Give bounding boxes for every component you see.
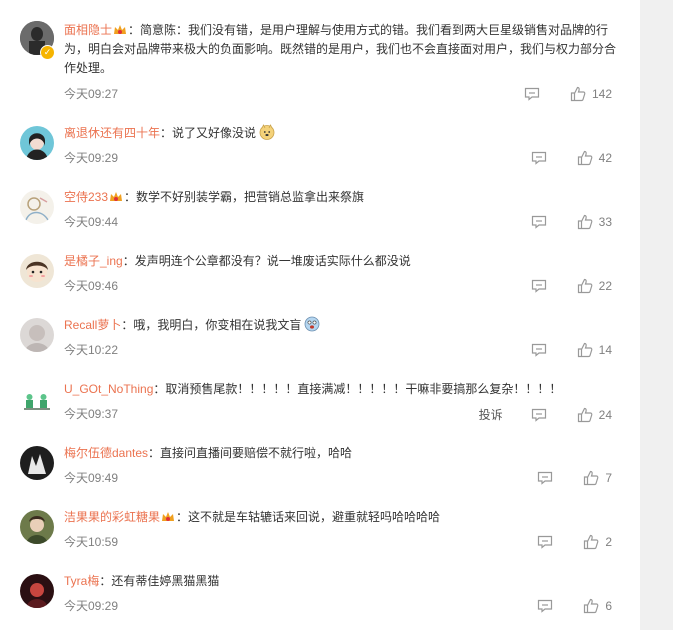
- like-button[interactable]: 6: [583, 598, 612, 614]
- reply-icon[interactable]: [537, 535, 553, 549]
- username-link[interactable]: 空侍233: [64, 190, 108, 204]
- comment-text-block: 面相隐士 ：简意陈：我们没有错，是用户理解与使用方式的错。我们看到两大巨星级销售对…: [64, 21, 616, 78]
- like-button[interactable]: 142: [570, 86, 612, 102]
- username-link[interactable]: U_GOt_NoThing: [64, 382, 153, 396]
- avatar[interactable]: [20, 126, 54, 160]
- comment-time: 今天09:49: [64, 471, 119, 485]
- comment-text-block: 洁果果的彩虹糖果 ：这不就是车轱辘话来回说，避重就轻吗哈哈哈哈: [64, 508, 616, 527]
- comment-text-block: 梅尔伍德dantes：直接问直播间要赔偿不就行啦，哈哈: [64, 444, 616, 463]
- username-link[interactable]: 梅尔伍德dantes: [64, 446, 148, 460]
- comment-text: ：这不就是车轱辘话来回说，避重就轻吗哈哈哈哈: [176, 510, 441, 524]
- thumbs-up-icon: [570, 86, 586, 102]
- comment-text-block: 是橘子_ing：发声明连个公章都没有？说一堆废话实际什么都没说: [64, 252, 616, 271]
- reply-icon[interactable]: [531, 343, 547, 357]
- comment-actions: 投诉 24: [479, 406, 612, 423]
- like-count: 14: [598, 343, 612, 357]
- username-link[interactable]: 洁果果的彩虹糖果: [64, 510, 160, 524]
- like-button[interactable]: 22: [577, 278, 612, 294]
- thumbs-up-icon: [584, 534, 599, 550]
- thumbs-up-icon: [577, 407, 593, 422]
- username-link[interactable]: Tyra梅: [64, 574, 99, 588]
- reply-icon[interactable]: [531, 151, 547, 165]
- like-count: 42: [598, 151, 612, 165]
- comment-text: ：直接问直播间要赔偿不就行啦，哈哈: [148, 446, 353, 460]
- comment-text: ：还有蒂佳婷黑猫黑猫: [99, 574, 220, 588]
- like-count: 24: [598, 407, 612, 422]
- comment-text-block: 空侍233 ：数学不好别装学霸，把营销总监拿出来祭旗: [64, 188, 616, 207]
- username-link[interactable]: Recall萝卜: [64, 318, 121, 332]
- username-link[interactable]: 离退休还有四十年: [64, 126, 160, 140]
- like-button[interactable]: 14: [577, 342, 612, 358]
- reply-icon[interactable]: [537, 471, 553, 485]
- comment-text: ：说了又好像没说: [160, 126, 257, 140]
- username-link[interactable]: 面相隐士: [64, 23, 112, 37]
- avatar[interactable]: [20, 318, 54, 352]
- like-count: 33: [598, 215, 612, 229]
- scared-emoji: [304, 316, 320, 332]
- like-button[interactable]: 2: [583, 534, 612, 550]
- comment-text: ：发声明连个公章都没有？说一堆废话实际什么都没说: [122, 254, 411, 268]
- comment-text: ：数学不好别装学霸，把营销总监拿出来祭旗: [124, 190, 365, 204]
- comment-text-block: 离退休还有四十年：说了又好像没说: [64, 124, 616, 143]
- thumbs-up-icon: [584, 598, 599, 614]
- comment-time: 今天09:29: [64, 599, 119, 613]
- comment-actions: 42: [531, 150, 612, 166]
- comment-time: 今天09:29: [64, 151, 119, 165]
- comment-time: 今天10:22: [64, 343, 119, 357]
- comment-time: 今天09:27: [64, 87, 119, 101]
- verified-badge-icon: ✓: [40, 45, 55, 60]
- comment-feed: ✓ 面相隐士 ：简意陈：我们没有错，是用户理解与使用方式的错。我们看到两大巨星级销…: [0, 0, 640, 630]
- avatar[interactable]: [20, 446, 54, 480]
- reply-icon[interactable]: [531, 279, 547, 293]
- like-count: 7: [605, 471, 612, 485]
- avatar[interactable]: [20, 510, 54, 544]
- avatar[interactable]: [20, 382, 54, 416]
- vip-crown-icon: [114, 25, 127, 34]
- avatar[interactable]: [20, 574, 54, 608]
- comment-actions: 7: [537, 470, 612, 486]
- thumbs-up-icon: [577, 278, 593, 294]
- vip-crown-icon: [162, 512, 175, 521]
- scrollbar-track[interactable]: [640, 0, 673, 630]
- report-link[interactable]: 投诉: [479, 406, 503, 423]
- comment-actions: 6: [537, 598, 612, 614]
- like-count: 142: [591, 87, 612, 101]
- thumbs-up-icon: [577, 214, 593, 230]
- comment-text: ：简意陈：我们没有错，是用户理解与使用方式的错。我们看到两大巨星级销售对品牌的行…: [64, 23, 617, 75]
- reply-icon[interactable]: [531, 408, 547, 422]
- comment-time: 今天09:37: [64, 407, 119, 421]
- avatar[interactable]: [20, 254, 54, 288]
- vip-crown-icon: [110, 192, 123, 201]
- comment-time: 今天09:46: [64, 279, 119, 293]
- comment-actions: 2: [537, 534, 612, 550]
- reply-icon[interactable]: [531, 215, 547, 229]
- reply-icon[interactable]: [537, 599, 553, 613]
- comment-actions: 14: [531, 342, 612, 358]
- reply-icon[interactable]: [524, 87, 540, 101]
- comment-text-block: Recall萝卜：哦，我明白，你变相在说我文盲: [64, 316, 616, 335]
- comment-text: ：取消预售尾款！！！！！直接满减！！！！！干嘛非要搞那么复杂！！！！: [153, 382, 562, 396]
- username-link[interactable]: 是橘子_ing: [64, 254, 123, 268]
- thumbs-up-icon: [577, 342, 593, 358]
- comment-actions: 33: [531, 214, 612, 230]
- like-count: 6: [605, 599, 612, 613]
- like-count: 2: [605, 535, 612, 549]
- comment-time: 今天09:44: [64, 215, 119, 229]
- avatar[interactable]: [20, 190, 54, 224]
- like-count: 22: [598, 279, 612, 293]
- comment-text-block: U_GOt_NoThing：取消预售尾款！！！！！直接满减！！！！！干嘛非要搞那…: [64, 380, 616, 399]
- thumbs-up-icon: [584, 470, 599, 486]
- doge-emoji: [259, 124, 275, 140]
- comment-actions: 22: [531, 278, 612, 294]
- like-button[interactable]: 24: [577, 407, 612, 423]
- comment-text: ：哦，我明白，你变相在说我文盲: [121, 318, 302, 332]
- like-button[interactable]: 42: [577, 150, 612, 166]
- like-button[interactable]: 7: [583, 470, 612, 486]
- comment-time: 今天10:59: [64, 535, 119, 549]
- comment-actions: 142: [524, 86, 612, 102]
- thumbs-up-icon: [577, 150, 593, 166]
- like-button[interactable]: 33: [577, 214, 612, 230]
- comment-text-block: Tyra梅：还有蒂佳婷黑猫黑猫: [64, 572, 616, 591]
